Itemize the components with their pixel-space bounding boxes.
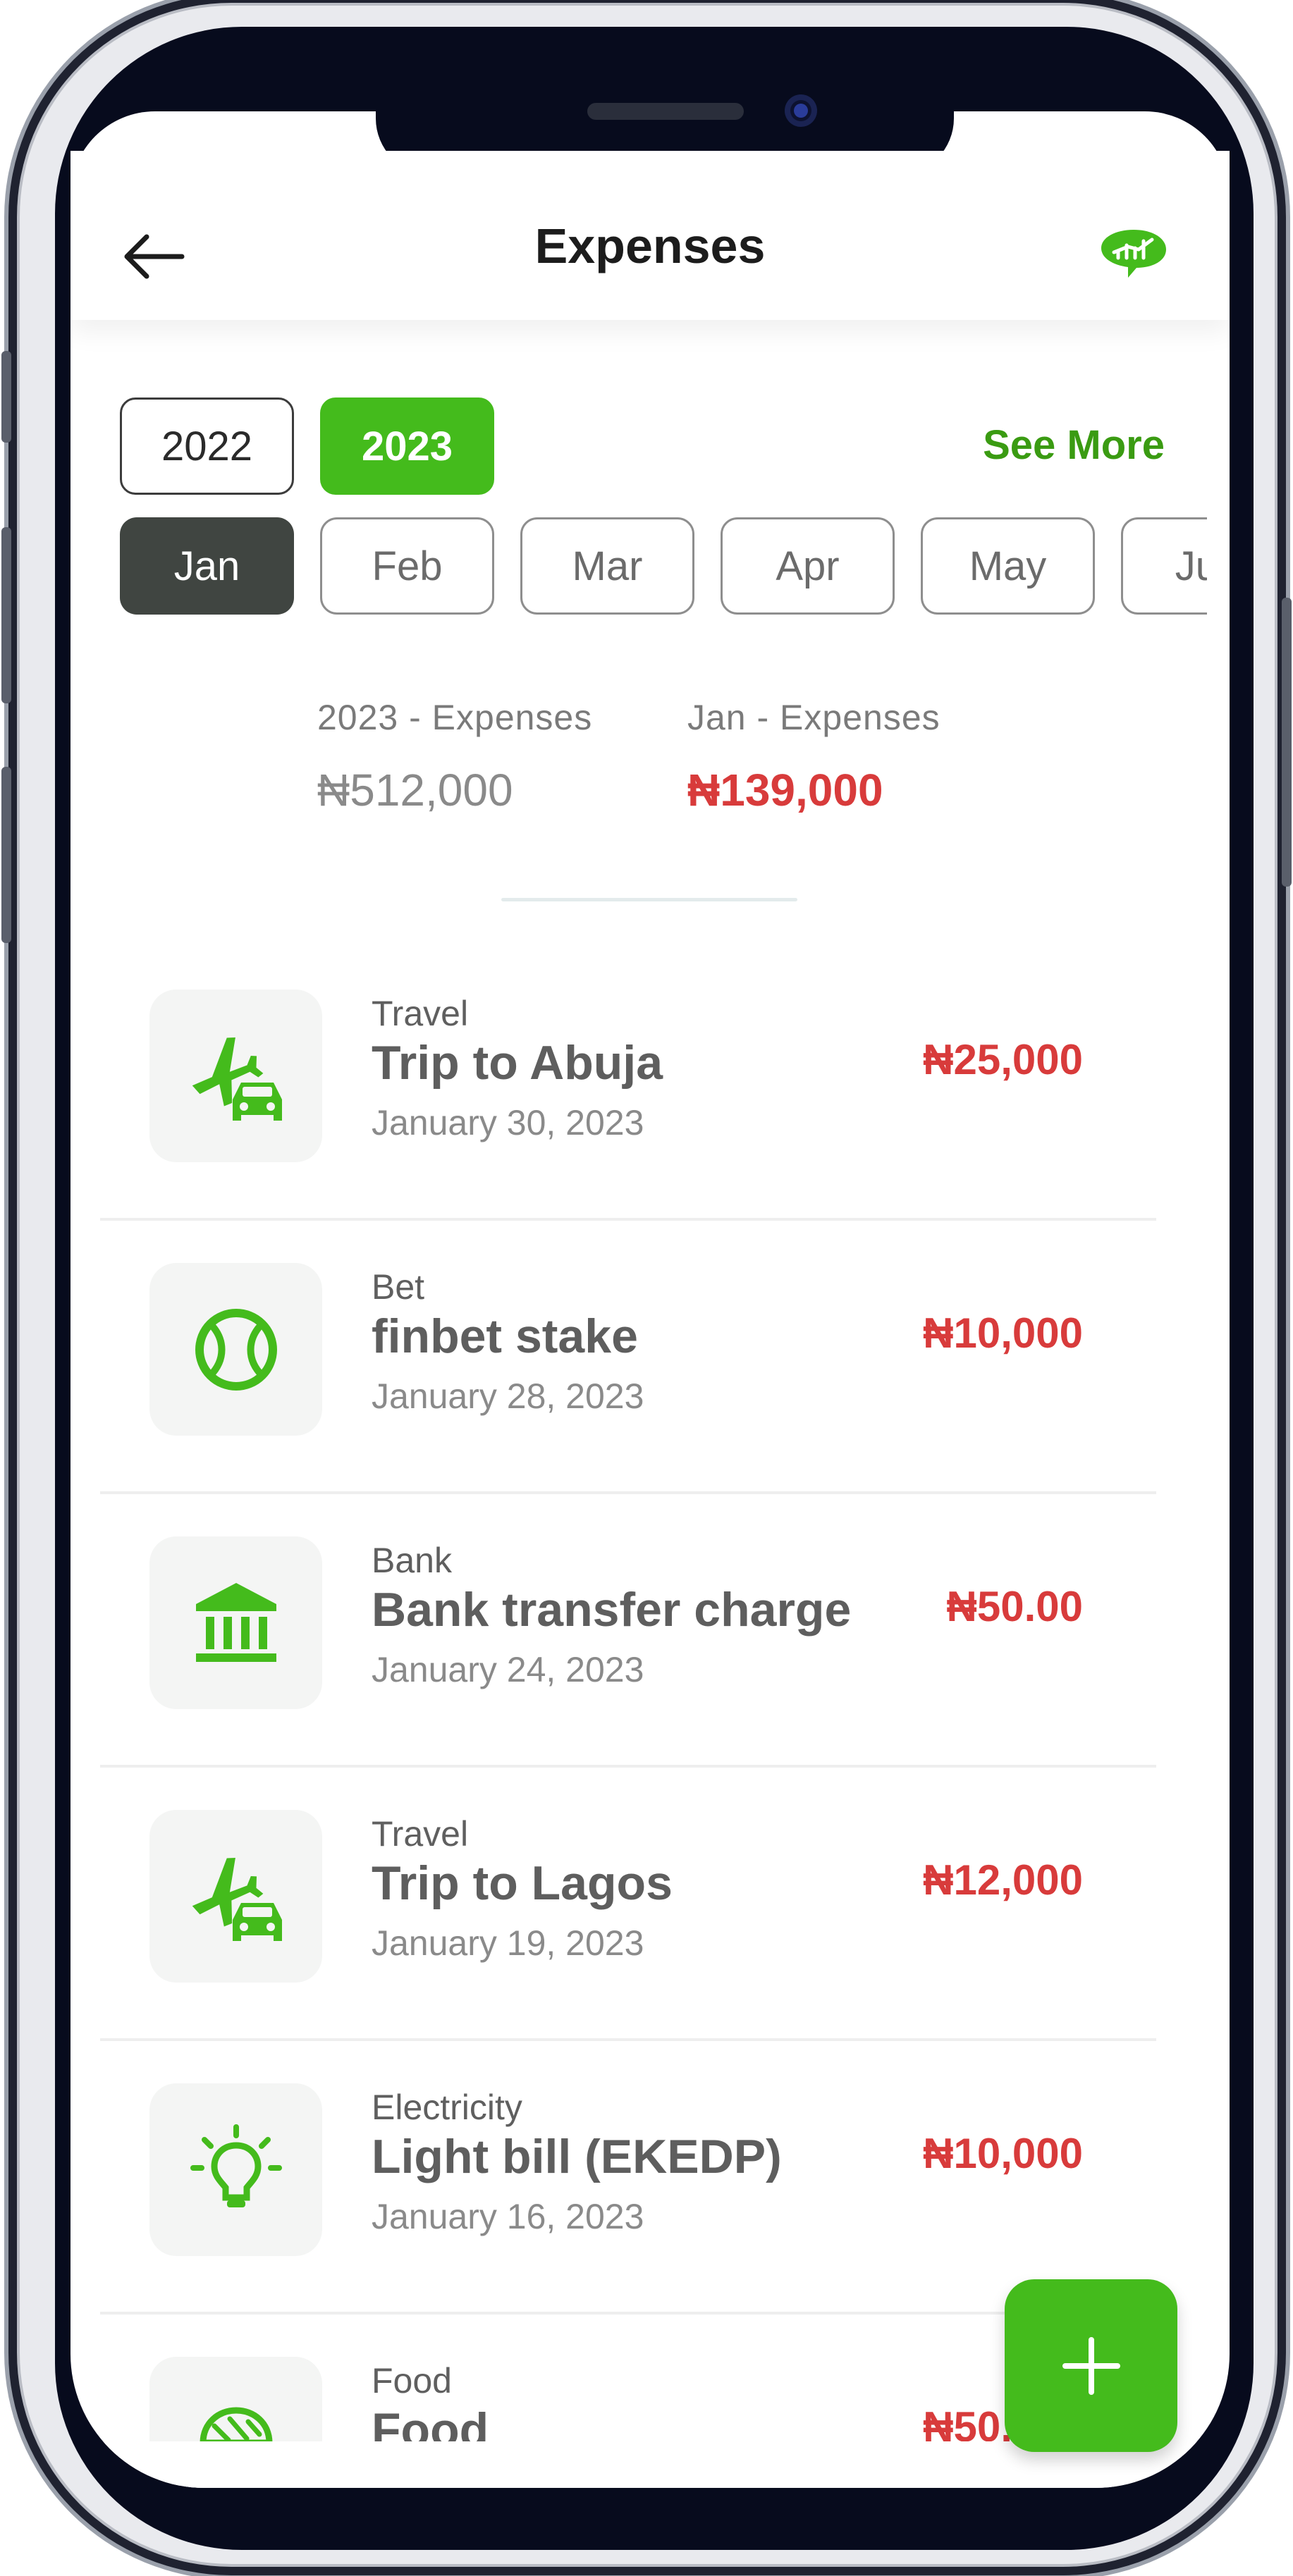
power-button bbox=[1282, 598, 1292, 887]
expense-name: Bank transfer charge bbox=[372, 1583, 852, 1637]
expense-name: Light bill (EKEDP) bbox=[372, 2130, 782, 2183]
see-more-link[interactable]: See More bbox=[983, 421, 1165, 469]
lightbulb-icon bbox=[149, 2083, 322, 2256]
expense-date: January 30, 2023 bbox=[372, 1103, 644, 1142]
month-tab-feb[interactable]: Feb bbox=[320, 517, 494, 615]
expense-date: January 16, 2023 bbox=[372, 2197, 644, 2236]
month-tab-apr[interactable]: Apr bbox=[721, 517, 895, 615]
summary-divider bbox=[501, 898, 797, 901]
expense-item[interactable]: Bet finbet stake January 28, 2023 ₦10,00… bbox=[100, 1221, 1156, 1494]
expense-date: January 19, 2023 bbox=[372, 1923, 644, 1963]
year-2022-button[interactable]: 2022 bbox=[120, 398, 294, 495]
expense-category: Bank bbox=[372, 1541, 452, 1580]
add-expense-button[interactable] bbox=[1005, 2279, 1177, 2452]
expense-item[interactable]: Travel Trip to Abuja January 30, 2023 ₦2… bbox=[100, 947, 1156, 1221]
expense-date: January 28, 2023 bbox=[372, 1376, 644, 1416]
front-camera bbox=[785, 94, 817, 127]
expense-name: Trip to Lagos bbox=[372, 1856, 673, 1910]
year-expenses-value: ₦512,000 bbox=[317, 765, 513, 815]
expense-name: Trip to Abuja bbox=[372, 1036, 663, 1090]
expense-amount: ₦50.00 bbox=[946, 1583, 1083, 1630]
phone-frame: Expenses 2022 2023 See More Jan Feb Mar … bbox=[1, 6, 1292, 2564]
expense-category: Travel bbox=[372, 1814, 469, 1854]
expense-amount: ₦10,000 bbox=[923, 2130, 1083, 2177]
month-tab-jan[interactable]: Jan bbox=[120, 517, 294, 615]
travel-icon bbox=[149, 1810, 322, 1983]
volume-up-button bbox=[1, 527, 11, 703]
month-tab-may[interactable]: May bbox=[921, 517, 1095, 615]
expense-category: Food bbox=[372, 2361, 452, 2401]
page-title: Expenses bbox=[534, 218, 766, 273]
month-tab-jun[interactable]: Jun bbox=[1121, 517, 1207, 615]
mute-switch bbox=[1, 351, 11, 443]
expense-item[interactable]: Bank Bank transfer charge January 24, 20… bbox=[100, 1494, 1156, 1768]
expense-category: Bet bbox=[372, 1267, 425, 1307]
expense-item[interactable]: Electricity Light bill (EKEDP) January 1… bbox=[100, 2041, 1156, 2315]
expense-category: Travel bbox=[372, 994, 469, 1033]
expense-amount: ₦12,000 bbox=[923, 1856, 1083, 1904]
app-header: Expenses bbox=[71, 151, 1230, 320]
month-expenses-value: ₦139,000 bbox=[687, 765, 883, 815]
month-tabs: Jan Feb Mar Apr May Jun bbox=[100, 517, 1207, 623]
expense-name: finbet stake bbox=[372, 1309, 638, 1363]
year-expenses-label: 2023 - Expenses bbox=[317, 698, 593, 737]
expense-date: January 24, 2023 bbox=[372, 1650, 644, 1689]
speaker bbox=[587, 103, 744, 120]
month-expenses-label: Jan - Expenses bbox=[687, 698, 940, 737]
year-2023-button[interactable]: 2023 bbox=[320, 398, 494, 495]
month-tab-mar[interactable]: Mar bbox=[520, 517, 694, 615]
expense-item[interactable]: Travel Trip to Lagos January 19, 2023 ₦1… bbox=[100, 1768, 1156, 2041]
volume-down-button bbox=[1, 767, 11, 943]
expense-amount: ₦10,000 bbox=[923, 1309, 1083, 1357]
app-logo-icon[interactable] bbox=[1100, 227, 1168, 279]
bank-icon bbox=[149, 1536, 322, 1709]
travel-icon bbox=[149, 990, 322, 1162]
tennis-ball-icon bbox=[149, 1263, 322, 1436]
plus-icon bbox=[1062, 2336, 1120, 2395]
app-screen: Expenses 2022 2023 See More Jan Feb Mar … bbox=[71, 151, 1230, 2488]
expense-category: Electricity bbox=[372, 2088, 522, 2127]
expense-amount: ₦25,000 bbox=[923, 1036, 1083, 1083]
